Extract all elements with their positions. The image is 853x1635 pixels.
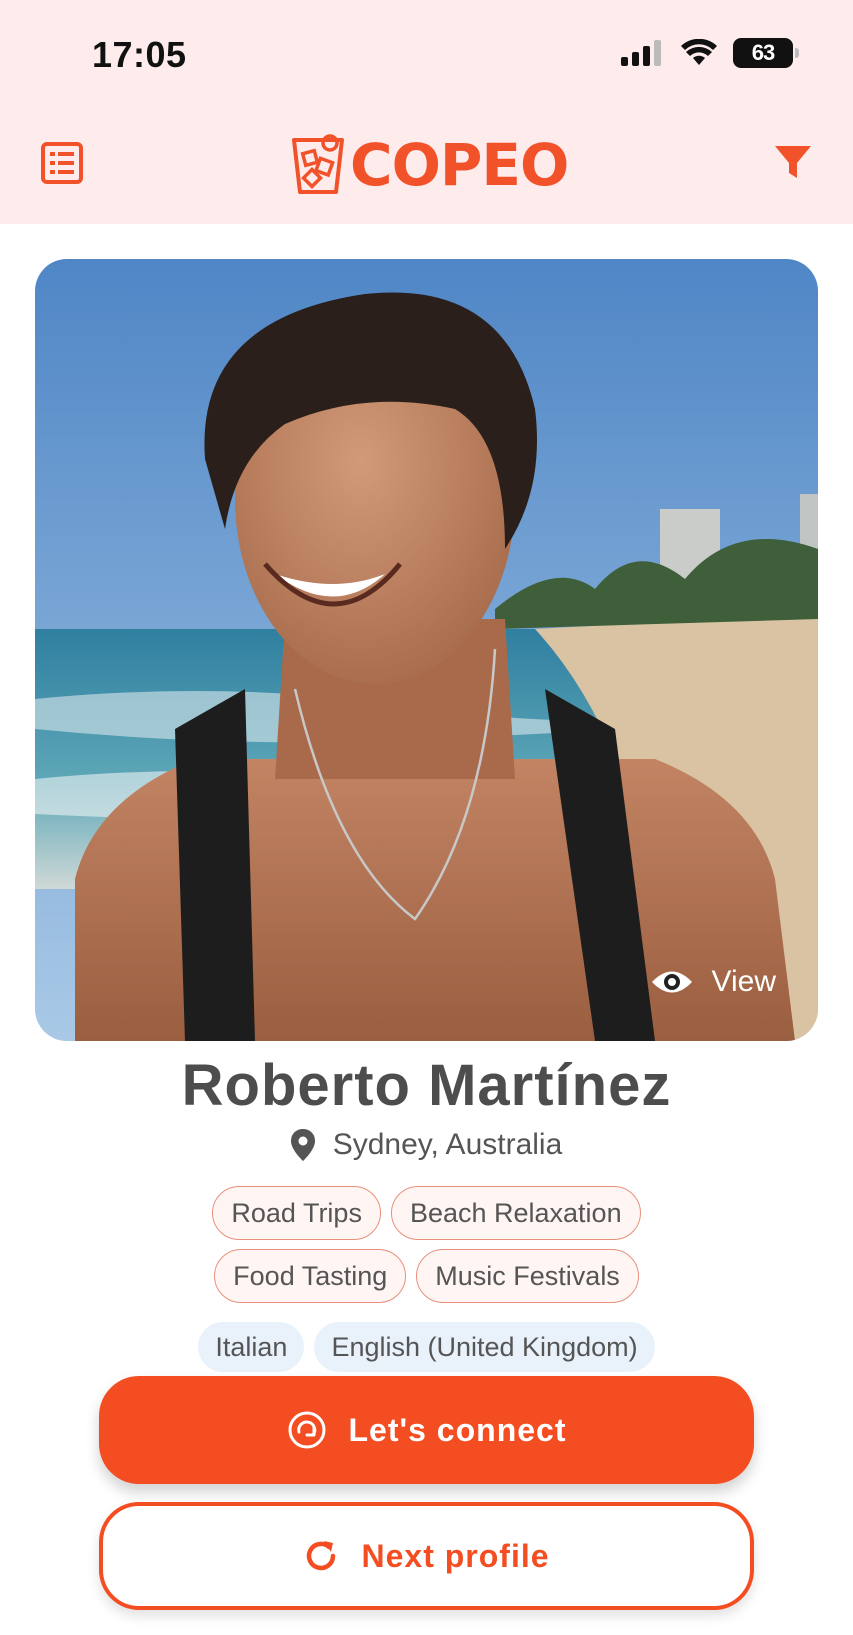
language-chip: English (United Kingdom) [314,1322,655,1372]
refresh-icon [307,1541,336,1571]
top-area: 17:05 63 COPEO [0,0,853,224]
connect-label: Let's connect [348,1411,567,1448]
eye-icon [651,971,692,993]
connect-icon [288,1411,325,1449]
list-icon[interactable] [40,141,84,185]
status-bar: 17:05 63 [0,0,853,110]
battery-level: 63 [751,40,776,65]
battery-icon: 63 [733,38,799,68]
logo-text: COPEO [350,131,569,199]
cellular-signal-icon [621,40,661,66]
filter-icon[interactable] [773,142,813,182]
next-profile-button[interactable]: Next profile [99,1502,754,1610]
app-header: COPEO [0,120,853,210]
interest-chip: Music Festivals [416,1249,639,1303]
profile-photo-image [35,259,818,1041]
status-icons: 63 [621,38,799,68]
next-profile-label: Next profile [361,1537,550,1574]
view-label: View [711,965,776,998]
view-photo-button[interactable]: View [650,965,776,999]
interest-chips-row: Food Tasting Music Festivals [0,1249,853,1303]
interest-chips-row: Road Trips Beach Relaxation [0,1186,853,1240]
drink-glass-icon [292,134,344,194]
language-chips-row: Italian English (United Kingdom) [0,1322,853,1372]
language-chip: Italian [198,1322,305,1372]
app-logo: COPEO [290,130,569,200]
location-pin-icon [290,1129,315,1161]
wifi-icon [681,39,717,65]
interest-chip: Road Trips [212,1186,381,1240]
interest-chip: Beach Relaxation [390,1186,641,1240]
connect-button[interactable]: Let's connect [99,1376,754,1484]
profile-name: Roberto Martínez [181,1053,672,1118]
profile-photo[interactable]: View [35,259,818,1041]
status-time: 17:05 [92,34,187,75]
interest-chip: Food Tasting [214,1249,407,1303]
location-text: Sydney, Australia [332,1128,563,1161]
profile-location: Sydney, Australia [0,1128,853,1162]
